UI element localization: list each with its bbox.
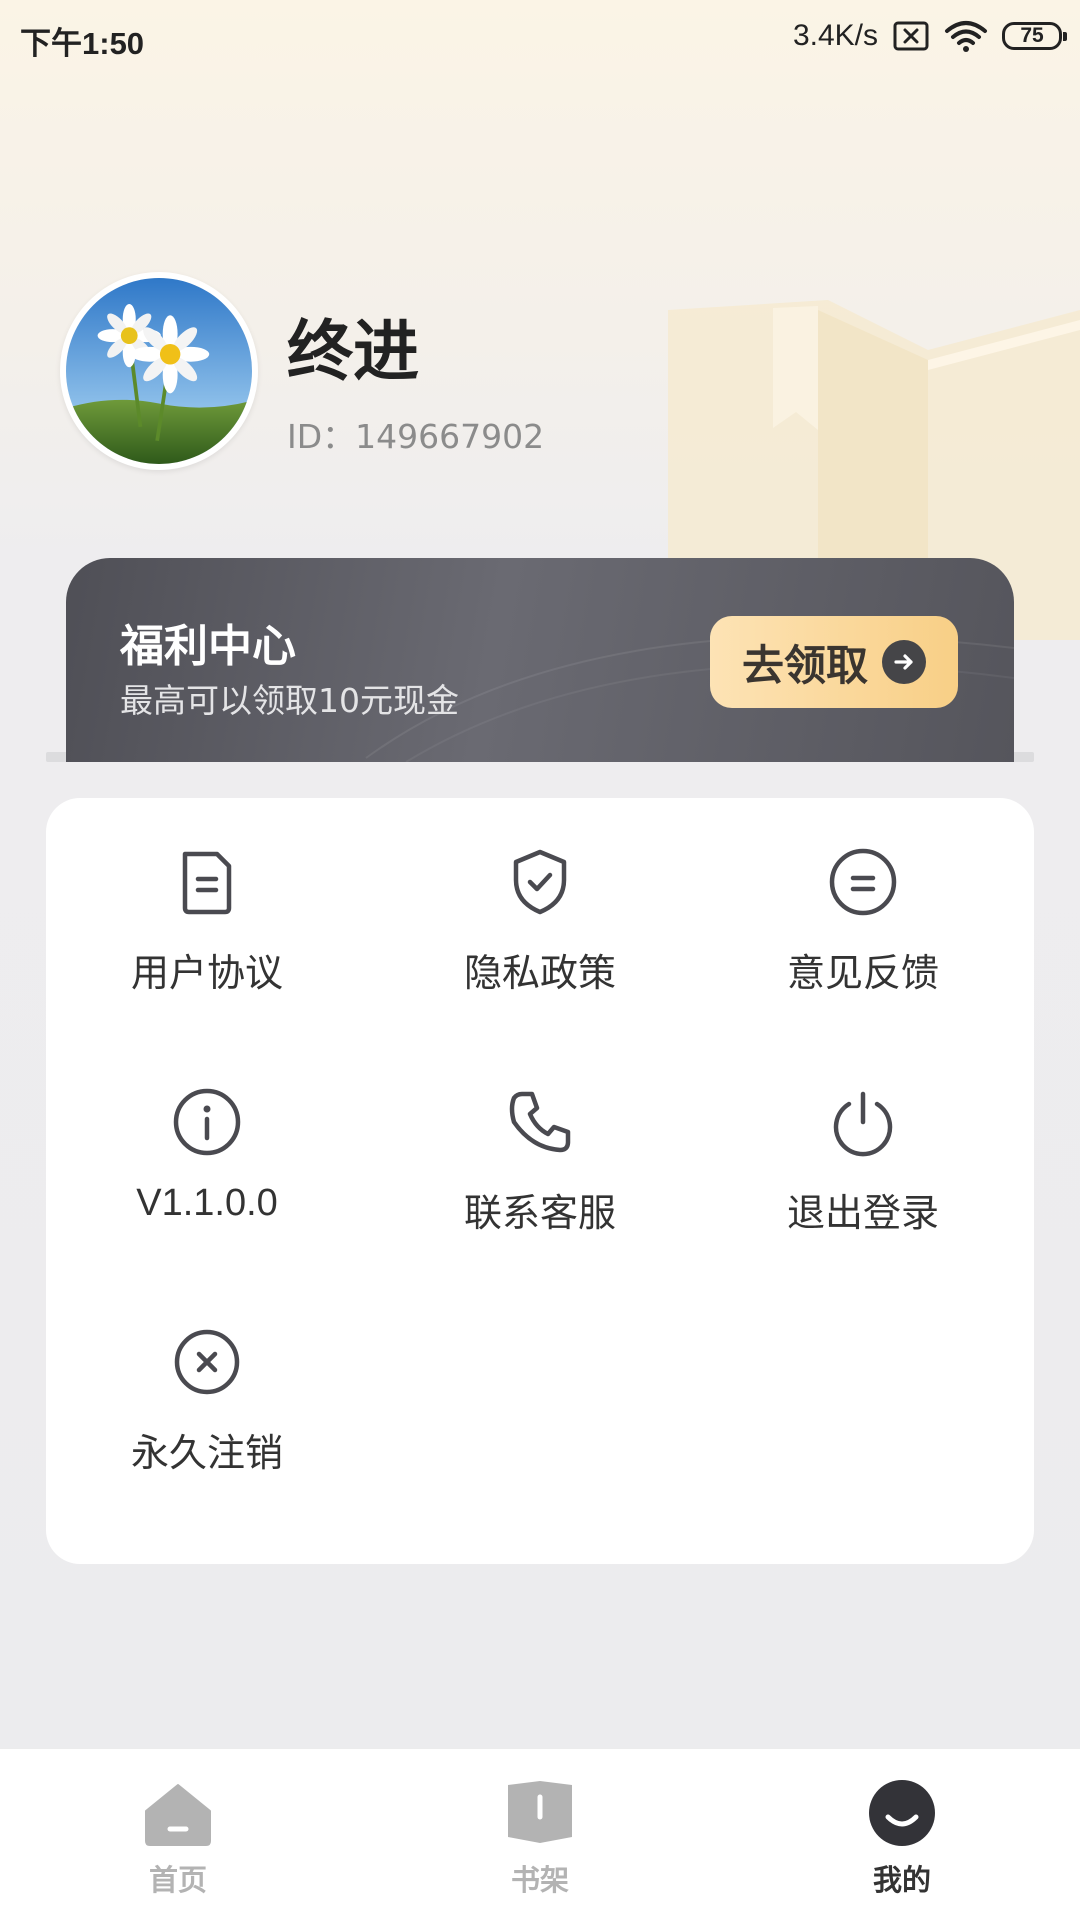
status-bar: 下午1:50 3.4K/s 75 [0, 0, 1080, 74]
no-sim-icon [893, 21, 929, 51]
menu-item-delete-account[interactable]: 永久注销 [82, 1324, 332, 1494]
menu-item-label: 退出登录 [786, 1191, 939, 1235]
menu-item-logout[interactable]: 退出登录 [738, 1084, 988, 1254]
battery-level: 75 [1020, 24, 1044, 47]
menu-item-label: 用户协议 [130, 951, 283, 995]
nav-item-mine[interactable]: 我的 [802, 1777, 1002, 1907]
claim-button-label: 去领取 [741, 640, 868, 690]
user-name: 终进 [287, 313, 419, 390]
shield-check-icon [513, 849, 567, 915]
feedback-icon [829, 848, 897, 916]
network-speed: 3.4K/s [792, 19, 878, 52]
menu-item-label: 隐私政策 [463, 951, 616, 995]
welfare-subtitle: 最高可以领取10元现金 [120, 681, 459, 720]
battery-icon: 75 [1002, 22, 1067, 50]
power-icon [833, 1091, 893, 1157]
claim-button[interactable]: 去领取 [710, 616, 958, 708]
close-circle-icon [174, 1329, 240, 1395]
menu-item-user-agreement[interactable]: 用户协议 [82, 844, 332, 1014]
menu-item-version[interactable]: V1.1.0.0 [82, 1084, 332, 1254]
phone-icon [509, 1091, 571, 1153]
arrow-right-icon [882, 640, 926, 684]
daisy-avatar-image [66, 278, 252, 464]
avatar[interactable] [60, 272, 258, 470]
user-id: ID：149667902 [287, 417, 545, 456]
wifi-icon [945, 21, 987, 52]
menu-card: 用户协议 隐私政策 意见反馈 V1.1.0.0 联系客服 退出登录 永久注销 [46, 798, 1034, 1564]
bottom-nav: 首页 书架 我的 [0, 1748, 1080, 1920]
bookshelf-icon [508, 1781, 572, 1843]
menu-item-feedback[interactable]: 意见反馈 [738, 844, 988, 1014]
nav-item-home[interactable]: 首页 [78, 1777, 278, 1907]
home-icon [145, 1784, 211, 1846]
menu-item-privacy-policy[interactable]: 隐私政策 [415, 844, 665, 1014]
welfare-center-banner[interactable]: 福利中心 最高可以领取10元现金 去领取 [66, 558, 1014, 762]
nav-label: 书架 [510, 1863, 569, 1897]
document-icon [182, 851, 232, 915]
status-time: 下午1:50 [20, 26, 145, 61]
status-icons: 3.4K/s 75 [792, 16, 1067, 56]
version-label: V1.1.0.0 [136, 1182, 278, 1224]
menu-item-contact-service[interactable]: 联系客服 [415, 1084, 665, 1254]
menu-item-label: 永久注销 [130, 1431, 283, 1475]
info-icon [173, 1088, 241, 1156]
profile-face-icon [869, 1780, 935, 1846]
menu-item-label: 联系客服 [463, 1191, 616, 1235]
nav-label: 我的 [872, 1863, 931, 1897]
nav-item-bookshelf[interactable]: 书架 [440, 1777, 640, 1907]
menu-item-label: 意见反馈 [786, 951, 939, 995]
welfare-title: 福利中心 [120, 621, 296, 672]
nav-label: 首页 [148, 1863, 207, 1897]
